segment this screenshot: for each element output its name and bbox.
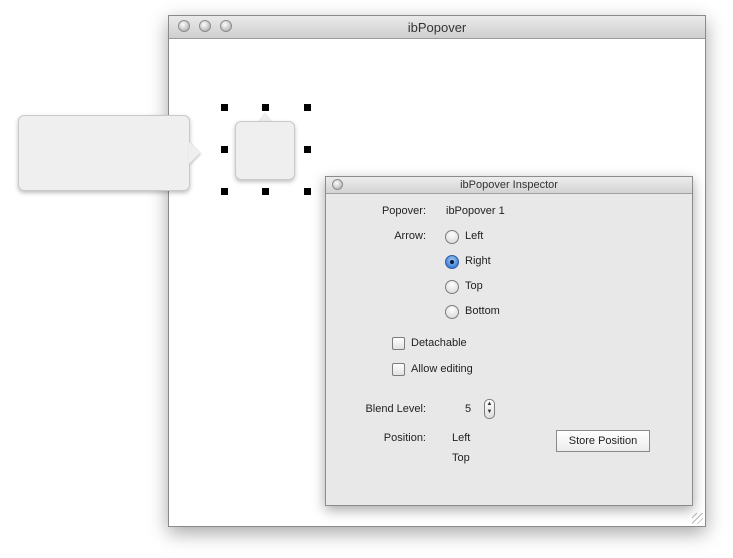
blend-level-value: 5: [465, 403, 472, 415]
inspector-panel: ibPopover Inspector Popover: ibPopover 1…: [325, 176, 693, 506]
allow-editing-label: Allow editing: [411, 363, 473, 375]
arrow-radio-top[interactable]: [445, 280, 459, 294]
stepper-up-icon[interactable]: ▲: [485, 400, 494, 408]
inspector-titlebar[interactable]: ibPopover Inspector: [326, 177, 692, 194]
selection-handle-left[interactable]: [221, 146, 228, 153]
allow-editing-checkbox[interactable]: [392, 363, 405, 376]
selection-handle-bottom-right[interactable]: [304, 188, 311, 195]
arrow-radio-right[interactable]: [445, 255, 459, 269]
inspector-title: ibPopover Inspector: [460, 179, 558, 191]
detachable-label: Detachable: [411, 337, 467, 349]
position-horizontal-value: Left: [452, 432, 471, 444]
store-position-button[interactable]: Store Position: [556, 430, 650, 452]
selection-handle-bottom[interactable]: [262, 188, 269, 195]
popover-preview-large[interactable]: [18, 115, 190, 191]
popover-arrow-right-icon: [189, 142, 200, 164]
arrow-radio-left[interactable]: [445, 230, 459, 244]
window-title: ibPopover: [407, 20, 467, 35]
detachable-checkbox[interactable]: [392, 337, 405, 350]
position-vertical-value: Top: [452, 452, 470, 464]
blend-level-label: Blend Level:: [365, 403, 426, 415]
stepper-down-icon[interactable]: ▼: [485, 408, 494, 416]
popover-label: Popover:: [381, 205, 426, 217]
position-label: Position:: [383, 432, 426, 444]
popover-object-selected[interactable]: [235, 121, 295, 180]
arrow-option-label-top: Top: [465, 280, 483, 292]
arrow-radio-bottom[interactable]: [445, 305, 459, 319]
resize-grip-icon[interactable]: [692, 513, 703, 524]
popover-value: ibPopover 1: [446, 205, 505, 217]
selection-handle-right[interactable]: [304, 146, 311, 153]
selection-handle-top[interactable]: [262, 104, 269, 111]
popover-arrow-top-icon: [258, 112, 272, 121]
arrow-option-label-right: Right: [465, 255, 491, 267]
arrow-option-label-left: Left: [465, 230, 484, 242]
arrow-label: Arrow:: [394, 230, 426, 242]
selection-handle-top-right[interactable]: [304, 104, 311, 111]
arrow-option-label-bottom: Bottom: [465, 305, 500, 317]
blend-level-stepper[interactable]: ▲ ▼: [484, 399, 495, 419]
selection-handle-bottom-left[interactable]: [221, 188, 228, 195]
selection-handle-top-left[interactable]: [221, 104, 228, 111]
main-titlebar[interactable]: ibPopover: [169, 16, 705, 39]
